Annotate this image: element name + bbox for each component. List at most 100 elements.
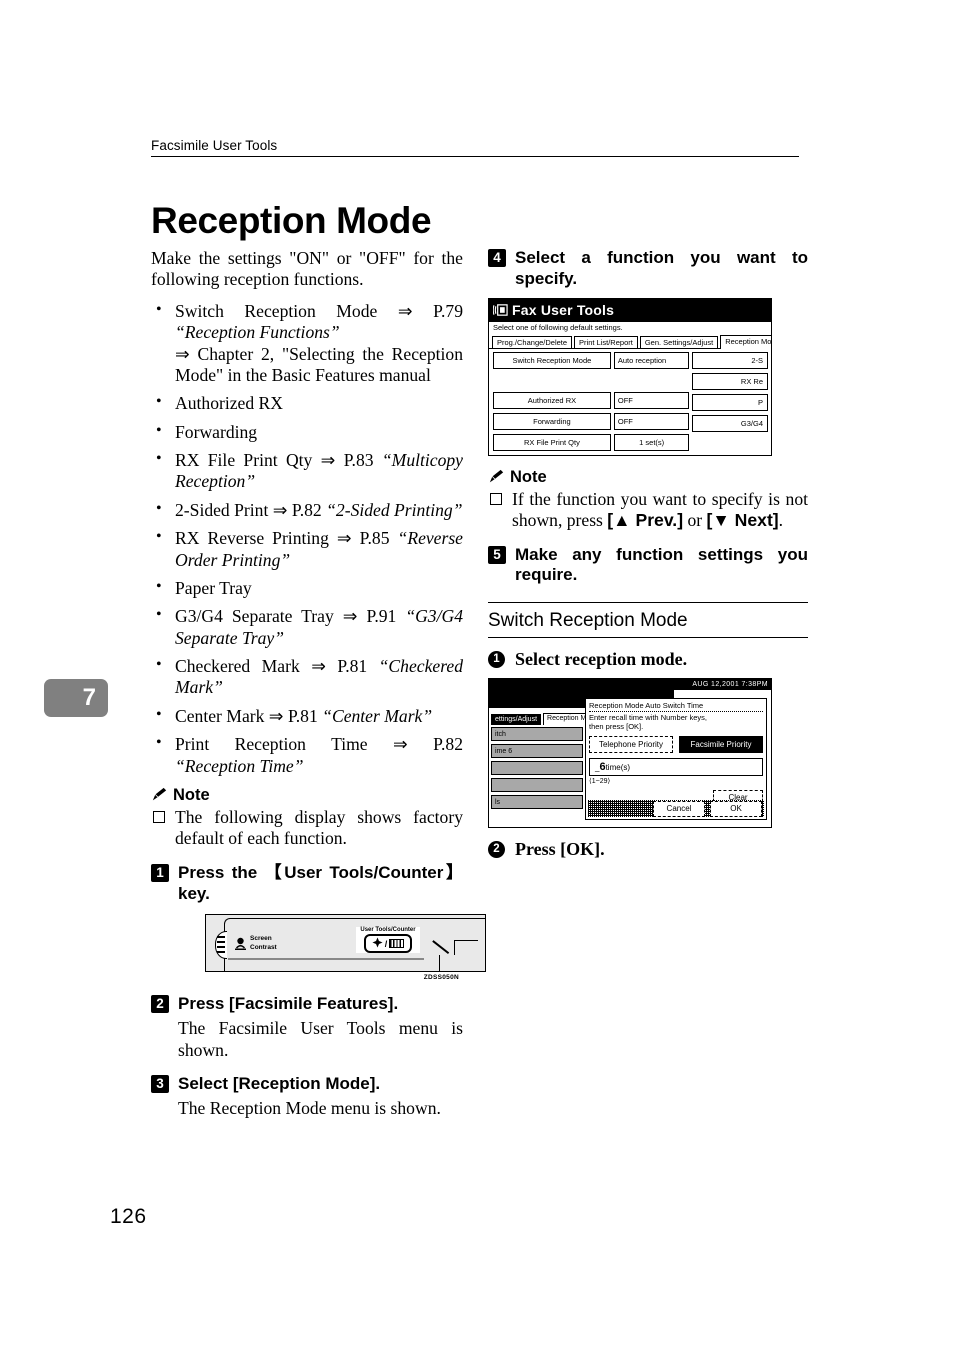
lcd-btn-rx-reverse-printing[interactable]: RX Re xyxy=(692,373,769,391)
bg-tab-gen-settings-adjust[interactable]: ettings/Adjust xyxy=(491,714,542,726)
running-head: Facsimile User Tools xyxy=(151,138,799,157)
reception-mode-key-label: [Reception Mode] xyxy=(232,1074,376,1094)
lcd-settings-grid: Switch Reception Mode Authorized RX Forw… xyxy=(489,349,771,455)
lcd-hint-text: Select one of following default settings… xyxy=(493,322,623,332)
list-item: Switch Reception Mode ⇒ P.79 “Reception … xyxy=(151,300,463,387)
list-item-main: 2-Sided Print ⇒ P.82 xyxy=(175,499,327,520)
step-5: 5 Make any function settings you require… xyxy=(488,545,808,587)
list-item-sub: ⇒ Chapter 2, "Selecting the Reception Mo… xyxy=(175,343,463,385)
circled-step-text: Select reception mode. xyxy=(515,649,688,670)
list-item-main: Print Reception Time ⇒ P.82 xyxy=(175,734,463,755)
list-item: Checkered Mark ⇒ P.81 “Checkered Mark” xyxy=(151,655,463,699)
facsimile-priority-button[interactable]: Facsimile Priority xyxy=(679,736,763,754)
note-item-text: The following display shows factory defa… xyxy=(175,806,463,849)
step-number: 5 xyxy=(488,545,506,564)
note-bullet-icon xyxy=(153,810,165,823)
lcd-btn-g3-g4-separate-tray[interactable]: G3/G4 xyxy=(692,415,769,433)
running-head-text: Facsimile User Tools xyxy=(151,138,278,153)
screen-contrast-label: Screen Contrast xyxy=(250,935,277,953)
lcd-value-authorized-rx: OFF xyxy=(613,392,690,410)
lcd-btn-forwarding[interactable]: Forwarding xyxy=(493,413,611,431)
step-text-post: . xyxy=(393,994,399,1014)
contrast-label-line1: Screen xyxy=(250,935,272,943)
control-panel-illustration: Screen Contrast User Tools/Counter / xyxy=(205,914,486,973)
user-tools-counter-group: User Tools/Counter / xyxy=(356,927,420,954)
user-tools-counter-button[interactable]: / xyxy=(364,934,412,954)
list-item-italic: “Center Mark” xyxy=(322,705,433,726)
lcd-spacer xyxy=(493,373,611,388)
step-text-pre: Press xyxy=(178,994,230,1014)
step-2: 2 Press [Facsimile Features]. xyxy=(151,994,463,1015)
lcd-btn-2-sided-print[interactable]: 2-S xyxy=(692,352,769,370)
list-item: RX Reverse Printing ⇒ P.85 “Reverse Orde… xyxy=(151,527,463,571)
tab-reception-mode[interactable]: Reception Mode xyxy=(720,334,771,350)
counter-icon xyxy=(389,939,405,949)
bg-cell-label[interactable]: ime 6 xyxy=(491,744,583,759)
user-tools-counter-key-label: 【User Tools/Counter】 xyxy=(264,862,464,882)
note-label: Note xyxy=(173,785,210,804)
list-item: Forwarding xyxy=(151,421,463,443)
circled-step-1: 1 Select reception mode. xyxy=(488,649,808,670)
lcd-spacer xyxy=(614,373,690,388)
recall-time-field[interactable]: _6time(s) xyxy=(589,758,763,777)
fax-machine-icon xyxy=(492,303,508,317)
ok-button[interactable]: OK xyxy=(710,800,762,817)
auto-switch-time-dialog: Reception Mode Auto Switch Time Enter re… xyxy=(585,698,767,821)
cancel-button[interactable]: Cancel xyxy=(653,800,705,817)
lcd-column-names: Switch Reception Mode Authorized RX Forw… xyxy=(493,352,611,455)
step-4: 4 Select a function you want to specify. xyxy=(488,248,808,290)
step-number: 2 xyxy=(151,995,169,1014)
lcd-tab-bar: Prog./Change/Delete Print List/Report Ge… xyxy=(489,333,771,350)
lcd-title-bar: Fax User Tools xyxy=(489,298,771,322)
step-3: 3 Select [Reception Mode]. xyxy=(151,1074,463,1095)
note-text-post: . xyxy=(778,510,784,531)
list-item: RX File Print Qty ⇒ P.83 “Multicopy Rece… xyxy=(151,449,463,493)
page-number: 126 xyxy=(110,1205,147,1228)
tab-print-list-report[interactable]: Print List/Report xyxy=(574,335,638,350)
bg-cell-label[interactable] xyxy=(491,778,583,793)
lcd-value-switch-reception-mode: Auto reception xyxy=(613,352,690,370)
lcd-btn-paper-tray[interactable]: P xyxy=(692,394,769,412)
tab-prog-change-delete[interactable]: Prog./Change/Delete xyxy=(492,335,573,350)
list-item-italic: “Reception Time” xyxy=(175,755,304,776)
dialog-priority-choices: Telephone Priority Facsimile Priority xyxy=(589,736,763,754)
bg-cell-label[interactable] xyxy=(491,761,583,776)
step-number: 4 xyxy=(488,249,506,267)
list-item: Print Reception Time ⇒ P.82 “Reception T… xyxy=(151,733,463,777)
telephone-priority-button[interactable]: Telephone Priority xyxy=(589,736,673,754)
lcd-btn-switch-reception-mode[interactable]: Switch Reception Mode xyxy=(493,352,611,370)
list-item: Center Mark ⇒ P.81 “Center Mark” xyxy=(151,705,463,727)
list-item: 2-Sided Print ⇒ P.82 “2-Sided Printing” xyxy=(151,499,463,521)
next-key-label: [▼ Next] xyxy=(706,510,779,531)
circled-step-2: 2 Press [OK]. xyxy=(488,839,808,860)
step-number: 3 xyxy=(151,1075,169,1094)
lcd-column-values: Auto reception OFF OFF 1 set(s) xyxy=(613,352,690,455)
step-text-post: . xyxy=(375,1074,381,1094)
slash-separator: / xyxy=(384,938,388,949)
note-heading-left: Note xyxy=(151,786,463,805)
bg-tab-reception-mode[interactable]: Reception M xyxy=(543,713,591,726)
running-head-rule xyxy=(151,156,799,157)
lcd-btn-authorized-rx[interactable]: Authorized RX xyxy=(493,392,611,410)
step-1: 1 Press the 【User Tools/Counter】 key. xyxy=(151,863,463,905)
fax-user-tools-screenshot: Fax User Tools Select one of following d… xyxy=(488,297,772,456)
note-heading-right: Note xyxy=(488,468,808,487)
lcd-btn-rx-file-print-qty[interactable]: RX File Print Qty xyxy=(493,434,611,452)
list-item: G3/G4 Separate Tray ⇒ P.91 “G3/G4 Separa… xyxy=(151,605,463,649)
list-item-italic: “Reception Functions” xyxy=(175,322,340,343)
user-tools-counter-label: User Tools/Counter xyxy=(360,927,416,934)
tab-gen-settings-adjust[interactable]: Gen. Settings/Adjust xyxy=(639,335,719,350)
bg-cell-label[interactable]: itch xyxy=(491,727,583,742)
dialog-instruction: Enter recall time with Number keys, then… xyxy=(589,714,763,732)
bg-cell-label[interactable]: ls xyxy=(491,795,583,810)
subsection-rule-bottom xyxy=(488,637,808,639)
lcd-value-forwarding: OFF xyxy=(613,413,690,431)
list-item-main: Paper Tray xyxy=(175,577,252,598)
list-item-main: Center Mark ⇒ P.81 xyxy=(175,705,323,726)
figure-code: ZDSS050N xyxy=(423,974,459,982)
note-bullet-icon xyxy=(490,492,502,505)
list-item-main: Checkered Mark ⇒ P.81 xyxy=(175,656,379,676)
panel-divider-line xyxy=(228,958,424,960)
panel-corner-shape xyxy=(439,940,478,972)
note-item: The following display shows factory defa… xyxy=(151,807,463,850)
